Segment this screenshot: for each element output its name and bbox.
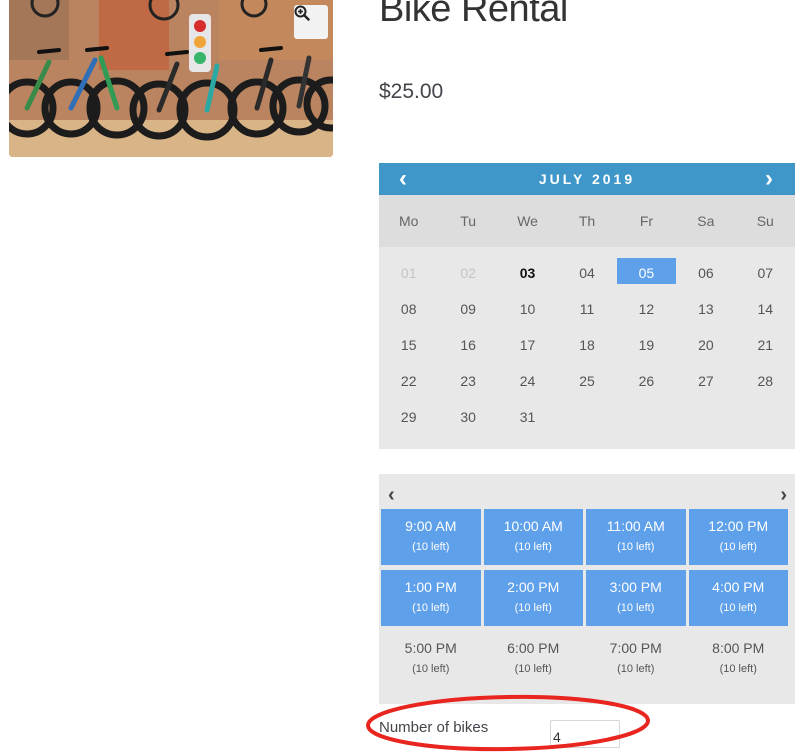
- time-slot[interactable]: 4:00 PM (10 left): [688, 570, 788, 626]
- weekday-row: Mo Tu We Th Fr Sa Su: [379, 195, 795, 247]
- calendar-day[interactable]: 15: [379, 327, 438, 363]
- weekday-label: Su: [756, 213, 774, 229]
- calendar-day[interactable]: 24: [498, 363, 557, 399]
- calendar-day[interactable]: 29: [379, 399, 438, 435]
- calendar-day[interactable]: 25: [557, 363, 616, 399]
- time-slot[interactable]: 12:00 PM (10 left): [688, 509, 788, 565]
- weekday-label: Th: [578, 213, 596, 229]
- calendar-day[interactable]: 14: [736, 291, 795, 327]
- weekday-label: Sa: [697, 213, 715, 229]
- prev-slots-button[interactable]: ‹: [388, 484, 395, 507]
- weekday-label: We: [517, 213, 538, 229]
- calendar-day[interactable]: 10: [498, 291, 557, 327]
- date-picker: ‹ JULY 2019 › Mo Tu We Th Fr Sa Su 01 02…: [379, 163, 795, 449]
- zoom-in-icon: [294, 5, 310, 21]
- time-slot[interactable]: 11:00 AM (10 left): [586, 509, 686, 565]
- calendar-day-today[interactable]: 03: [498, 255, 557, 291]
- calendar-days: 01 02 03 04 05 06 07 08 09 10 11 12 13 1…: [379, 247, 795, 435]
- calendar-day[interactable]: 21: [736, 327, 795, 363]
- calendar-day[interactable]: 31: [498, 399, 557, 435]
- calendar-day[interactable]: 27: [676, 363, 735, 399]
- calendar-day: 01: [400, 265, 417, 281]
- time-slot[interactable]: 9:00 AM (10 left): [381, 509, 481, 565]
- calendar-day[interactable]: 06: [676, 255, 735, 291]
- calendar-day[interactable]: 17: [498, 327, 557, 363]
- calendar-day[interactable]: 08: [379, 291, 438, 327]
- time-slot[interactable]: 5:00 PM (10 left): [381, 631, 481, 687]
- calendar-day[interactable]: 19: [617, 327, 676, 363]
- calendar-day[interactable]: 04: [557, 255, 616, 291]
- time-slot[interactable]: 7:00 PM (10 left): [586, 631, 686, 687]
- calendar-day[interactable]: 16: [438, 327, 497, 363]
- time-slot[interactable]: 10:00 AM (10 left): [483, 509, 583, 565]
- month-label: JULY 2019: [538, 171, 636, 187]
- quantity-label: Number of bikes: [379, 719, 489, 736]
- product-image[interactable]: [9, 0, 333, 157]
- calendar-day[interactable]: 20: [676, 327, 735, 363]
- calendar-day[interactable]: 11: [557, 291, 616, 327]
- time-slot[interactable]: 3:00 PM (10 left): [586, 570, 686, 626]
- time-slot[interactable]: 1:00 PM (10 left): [381, 570, 481, 626]
- calendar-day[interactable]: 18: [557, 327, 616, 363]
- calendar-day[interactable]: 23: [438, 363, 497, 399]
- calendar-day[interactable]: 12: [617, 291, 676, 327]
- product-title: Bike Rental: [379, 0, 568, 30]
- time-slot[interactable]: 6:00 PM (10 left): [484, 631, 584, 687]
- calendar-day[interactable]: 22: [379, 363, 438, 399]
- time-slot-grid: 9:00 AM (10 left) 10:00 AM (10 left) 11:00…: [381, 509, 788, 687]
- time-slot-picker: ‹ › 9:00 AM (10 left) 10:00 AM (10 left) 1…: [379, 474, 795, 704]
- calendar-day-selected[interactable]: 05: [616, 255, 677, 291]
- bikes-photo: [9, 0, 333, 157]
- weekday-label: Mo: [398, 213, 419, 229]
- weekday-label: Tu: [460, 213, 477, 229]
- calendar-day: 02: [460, 265, 476, 281]
- calendar-day[interactable]: 09: [438, 291, 497, 327]
- calendar-day[interactable]: 28: [736, 363, 795, 399]
- zoom-button[interactable]: [294, 5, 328, 39]
- time-slot[interactable]: 8:00 PM (10 left): [689, 631, 789, 687]
- calendar-day[interactable]: 30: [438, 399, 497, 435]
- prev-month-button[interactable]: ‹: [399, 165, 407, 193]
- weekday-label: Fr: [639, 213, 654, 229]
- quantity-input[interactable]: [550, 720, 620, 748]
- product-price: $25.00: [379, 80, 444, 103]
- calendar-header: ‹ JULY 2019 ›: [379, 163, 795, 195]
- next-slots-button[interactable]: ›: [780, 484, 787, 507]
- calendar-day[interactable]: 07: [736, 255, 795, 291]
- calendar-day[interactable]: 13: [676, 291, 735, 327]
- calendar-day[interactable]: 26: [617, 363, 676, 399]
- next-month-button[interactable]: ›: [765, 165, 773, 193]
- time-slot[interactable]: 2:00 PM (10 left): [483, 570, 583, 626]
